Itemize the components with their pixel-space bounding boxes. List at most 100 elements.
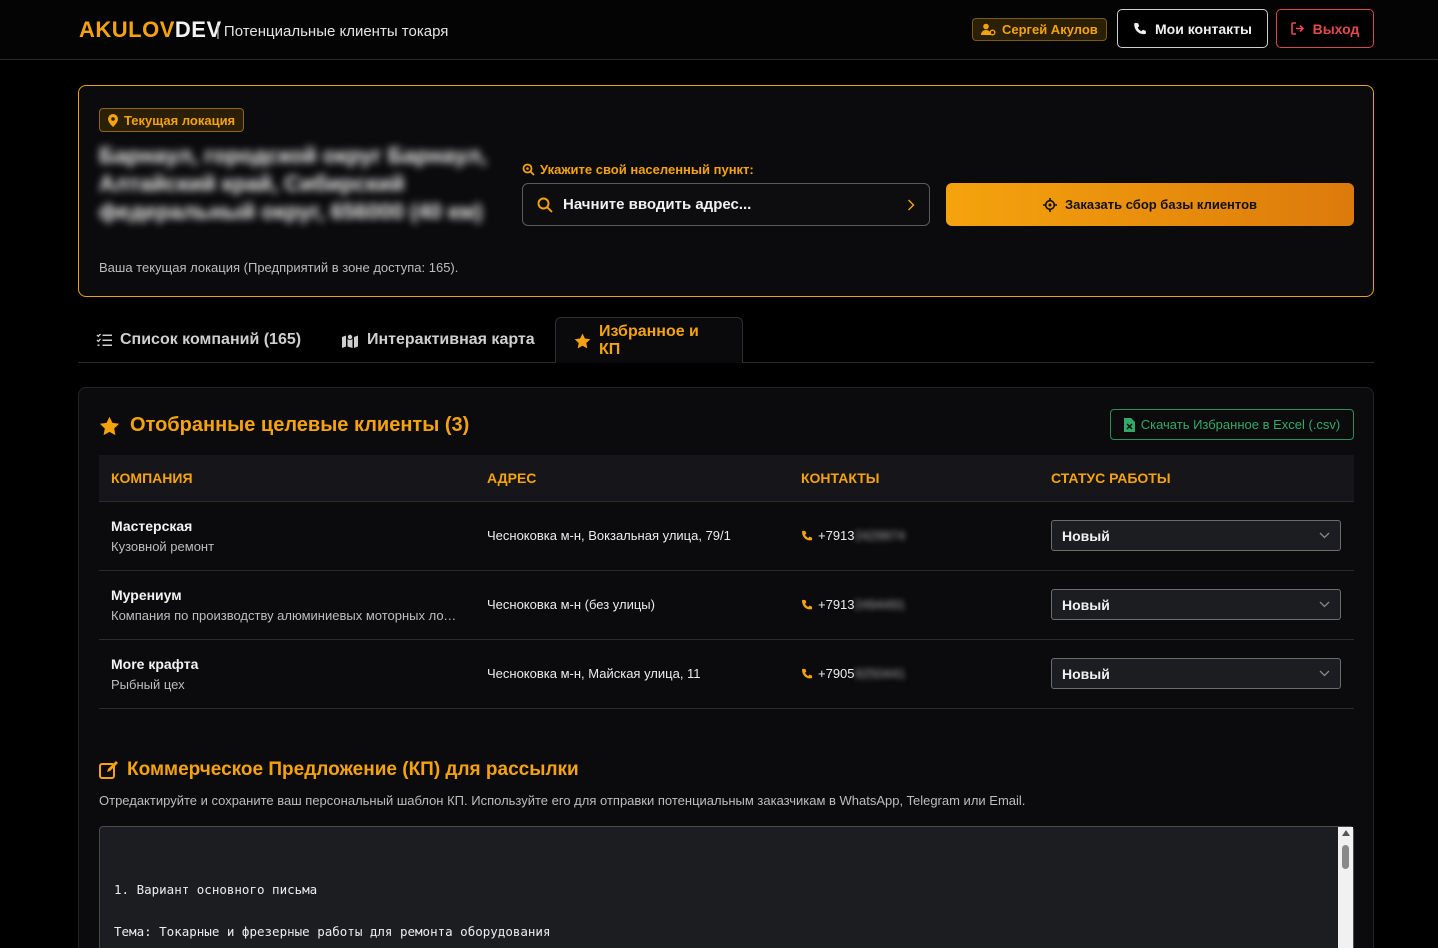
order-client-base-label: Заказать сбор базы клиентов: [1064, 197, 1258, 212]
phone-visible-part: +7913: [818, 597, 855, 612]
my-contacts-button[interactable]: Мои контакты: [1117, 9, 1268, 48]
page-subtitle: | Потенциальные клиенты токаря: [216, 23, 448, 40]
star-icon: [574, 333, 591, 349]
status-cell: Новый: [1039, 501, 1354, 571]
tab-favorites-label: Избранное и КП: [599, 322, 699, 358]
status-select[interactable]: Новый: [1051, 520, 1341, 551]
column-header-address: АДРЕС: [475, 455, 789, 502]
kp-title-text: Коммерческое Предложение (КП) для рассыл…: [127, 759, 579, 780]
chevron-down-icon: [1319, 601, 1330, 608]
phone-visible-part: +7913: [818, 528, 855, 543]
city-search-input[interactable]: [563, 196, 897, 213]
company-cell: Мурениум Компания по производству алюмин…: [99, 570, 475, 640]
scroll-up-arrow-icon[interactable]: [1342, 830, 1350, 836]
download-csv-button[interactable]: Скачать Избранное в Excel (.csv): [1110, 409, 1354, 440]
user-badge: Сергей Акулов: [972, 18, 1107, 41]
company-phone[interactable]: +79059250441: [801, 666, 1027, 681]
company-description: Рыбный цех: [111, 676, 185, 692]
phone-icon: [801, 530, 813, 542]
logout-label: Выход: [1312, 20, 1360, 37]
company-name: Мурениум: [111, 586, 182, 603]
tab-company-list[interactable]: Список компаний (165): [78, 317, 319, 363]
company-cell: More крафта Рыбный цех: [99, 639, 475, 709]
my-contacts-label: Мои контакты: [1154, 20, 1252, 37]
brand-part-akulov: AKULOV: [79, 17, 175, 42]
phone-icon: [801, 599, 813, 611]
kp-template-content: 1. Вариант основного письма Тема: Токарн…: [114, 882, 551, 939]
chevron-down-icon: [1319, 532, 1330, 539]
favorites-title-text: Отобранные целевые клиенты (3): [130, 414, 470, 436]
contacts-cell: +79132429974: [789, 501, 1039, 571]
subtitle-text: Потенциальные клиенты токаря: [223, 23, 449, 40]
brand-logo[interactable]: AKULOVDEV: [79, 17, 222, 43]
star-icon: [99, 416, 120, 436]
city-search-box[interactable]: [522, 183, 930, 226]
city-field-label: Укажите свой населенный пункт:: [522, 162, 754, 177]
excel-file-icon: [1123, 417, 1135, 432]
contacts-cell: +79059250441: [789, 639, 1039, 709]
column-header-company: КОМПАНИЯ: [99, 455, 475, 502]
map-pin-icon: [108, 113, 118, 127]
location-card: Текущая локация Барнаул, городской округ…: [78, 85, 1374, 297]
phone-hidden-part: 2494491: [854, 597, 906, 612]
address-cell: Чесноковка м-н, Майская улица, 11: [475, 639, 789, 709]
edit-icon: [99, 760, 119, 780]
current-location-caption: Ваша текущая локация (Предприятий в зоне…: [99, 260, 459, 275]
brand-part-dev: DEV: [174, 17, 222, 42]
status-selected-value: Новый: [1062, 596, 1110, 613]
city-field-label-text: Укажите свой населенный пункт:: [540, 162, 754, 177]
tab-interactive-map[interactable]: Интерактивная карта: [323, 317, 553, 363]
address-cell: Чесноковка м-н, Вокзальная улица, 79/1: [475, 501, 789, 571]
table-header-row: КОМПАНИЯ АДРЕС КОНТАКТЫ СТАТУС РАБОТЫ: [99, 455, 1354, 502]
scrollbar-thumb[interactable]: [1342, 845, 1349, 869]
search-location-icon: [522, 163, 535, 176]
favorites-table: КОМПАНИЯ АДРЕС КОНТАКТЫ СТАТУС РАБОТЫ Ма…: [99, 455, 1354, 709]
user-gear-icon: [981, 23, 996, 36]
order-client-base-button[interactable]: Заказать сбор базы клиентов: [946, 183, 1354, 226]
company-phone[interactable]: +79132494491: [801, 597, 1027, 612]
favorites-title: Отобранные целевые клиенты (3): [99, 414, 469, 437]
search-icon: [537, 197, 553, 213]
textarea-scrollbar[interactable]: [1338, 827, 1353, 948]
download-csv-label: Скачать Избранное в Excel (.csv): [1140, 417, 1341, 432]
main-tabs: Список компаний (165) Интерактивная карт…: [78, 317, 1374, 363]
company-name: More крафта: [111, 655, 199, 672]
column-header-status: СТАТУС РАБОТЫ: [1039, 455, 1354, 502]
checklist-icon: [96, 333, 112, 347]
company-description: Кузовной ремонт: [111, 538, 215, 554]
contacts-cell: +79132494491: [789, 570, 1039, 640]
crosshair-icon: [1042, 197, 1057, 212]
tab-company-list-label: Список компаний (165): [120, 331, 302, 348]
company-description: Компания по производству алюминиевых мот…: [111, 607, 463, 623]
phone-hidden-part: 9250441: [854, 666, 906, 681]
favorites-panel: Отобранные целевые клиенты (3) Скачать И…: [78, 387, 1374, 948]
kp-description: Отредактируйте и сохраните ваш персональ…: [99, 793, 1026, 808]
phone-visible-part: +7905: [818, 666, 855, 681]
phone-icon: [801, 668, 813, 680]
table-row: Мурениум Компания по производству алюмин…: [99, 570, 1354, 640]
company-name: Мастерская: [111, 517, 193, 534]
top-header: AKULOVDEV | Потенциальные клиенты токаря …: [0, 0, 1438, 60]
kp-title: Коммерческое Предложение (КП) для рассыл…: [99, 759, 579, 781]
status-cell: Новый: [1039, 570, 1354, 640]
company-cell: Мастерская Кузовной ремонт: [99, 501, 475, 571]
map-icon: [341, 333, 359, 348]
status-select[interactable]: Новый: [1051, 658, 1341, 689]
address-cell: Чесноковка м-н (без улицы): [475, 570, 789, 640]
table-row: More крафта Рыбный цех Чесноковка м-н, М…: [99, 639, 1354, 709]
user-name: Сергей Акулов: [1002, 22, 1098, 37]
status-selected-value: Новый: [1062, 665, 1110, 682]
kp-template-textarea[interactable]: 1. Вариант основного письма Тема: Токарн…: [99, 826, 1354, 948]
company-address: Чесноковка м-н (без улицы): [487, 596, 655, 612]
logout-button[interactable]: Выход: [1276, 9, 1374, 48]
subtitle-separator: |: [216, 23, 220, 40]
chevron-right-icon[interactable]: [907, 199, 915, 211]
company-address: Чесноковка м-н, Вокзальная улица, 79/1: [487, 527, 731, 543]
logout-icon: [1290, 22, 1305, 35]
current-location-badge-label: Текущая локация: [124, 112, 236, 128]
status-cell: Новый: [1039, 639, 1354, 709]
tab-favorites[interactable]: Избранное и КП: [555, 317, 743, 363]
status-select[interactable]: Новый: [1051, 589, 1341, 620]
company-phone[interactable]: +79132429974: [801, 528, 1027, 543]
phone-icon: [1133, 22, 1147, 36]
